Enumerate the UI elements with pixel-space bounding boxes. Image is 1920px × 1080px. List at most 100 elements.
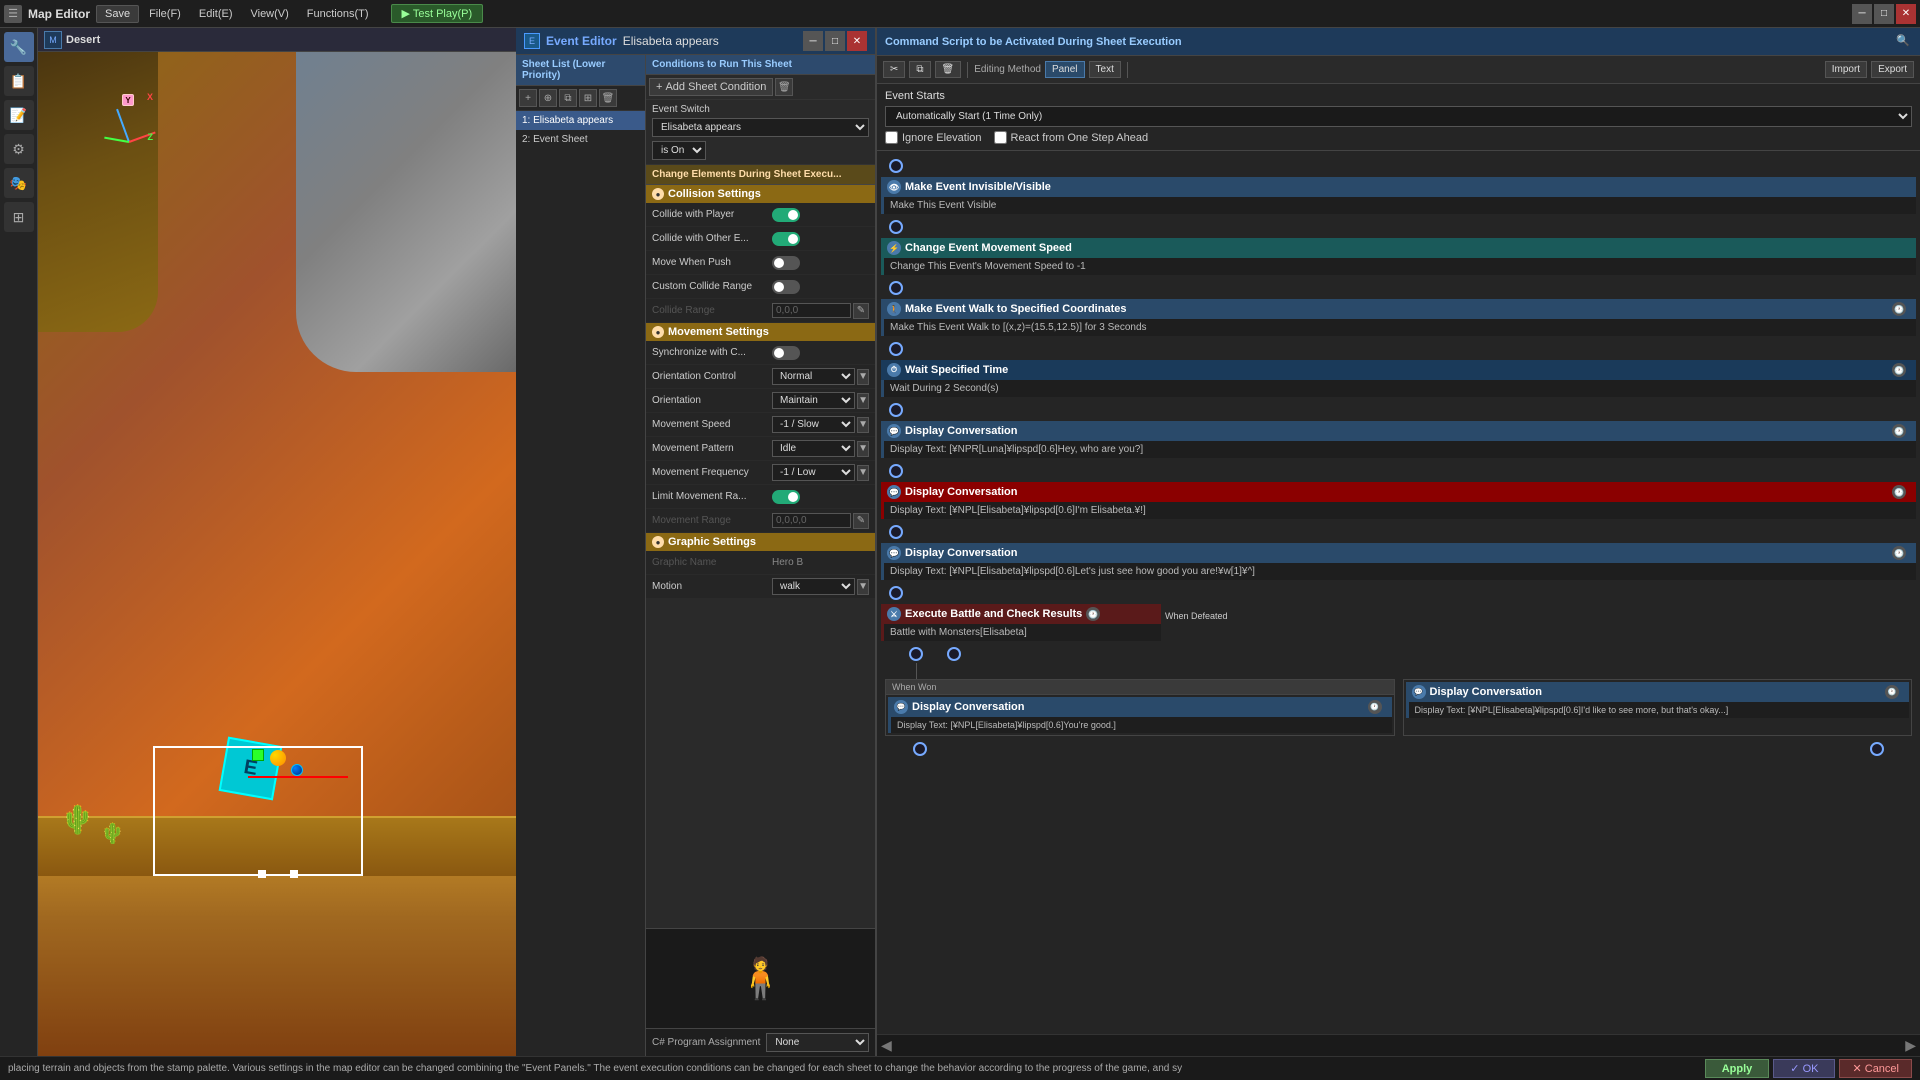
movement-speed-edit[interactable]: ▼ bbox=[857, 417, 869, 433]
conv1-block-header[interactable]: 💬 Display Conversation 🕐 bbox=[881, 421, 1916, 441]
cut-button[interactable]: ✂ bbox=[883, 61, 905, 78]
search-icon[interactable]: 🔍 bbox=[1896, 34, 1912, 50]
connector-dot-7[interactable] bbox=[889, 586, 903, 600]
sheet-item-0[interactable]: 1: Elisabeta appears bbox=[516, 111, 645, 130]
sidebar-item-extras[interactable]: ⊞ bbox=[4, 202, 34, 232]
sheet-paste-button[interactable]: ⊞ bbox=[579, 89, 597, 107]
movement-speed-select[interactable]: -1 / Slow bbox=[772, 416, 855, 433]
walk-block-header[interactable]: 🚶 Make Event Walk to Specified Coordinat… bbox=[881, 299, 1916, 319]
connector-dot-0[interactable] bbox=[889, 159, 903, 173]
event-editor-minimize[interactable]: ─ bbox=[803, 31, 823, 51]
sheet-insert-button[interactable]: ⊕ bbox=[539, 89, 557, 107]
orientation-select[interactable]: Maintain bbox=[772, 392, 855, 409]
copy-button[interactable]: ⧉ bbox=[909, 61, 930, 78]
menu-edit[interactable]: Edit(E) bbox=[191, 6, 241, 22]
menu-file[interactable]: File(F) bbox=[141, 6, 189, 22]
motion-select[interactable]: walk bbox=[772, 578, 855, 595]
movement-settings-header[interactable]: ● Movement Settings bbox=[646, 323, 875, 341]
orientation-control-select[interactable]: Normal bbox=[772, 368, 855, 385]
cactus-2: 🌵 bbox=[100, 821, 125, 846]
battle-block-header[interactable]: ⚔ Execute Battle and Check Results 🕐 bbox=[881, 604, 1161, 624]
connector-dot-2[interactable] bbox=[889, 281, 903, 295]
command-scroll-area[interactable]: 👁 Make Event Invisible/Visible Make This… bbox=[877, 151, 1920, 1034]
conv3-block-header[interactable]: 💬 Display Conversation 🕐 bbox=[881, 543, 1916, 563]
panel-button[interactable]: Panel bbox=[1045, 61, 1085, 78]
ignore-elevation-checkbox[interactable]: Ignore Elevation bbox=[885, 131, 982, 144]
map-area[interactable]: M Desert 🌵 🌵 E bbox=[38, 28, 516, 1056]
sheet-copy-button[interactable]: ⧉ bbox=[559, 89, 577, 107]
export-button[interactable]: Export bbox=[1871, 61, 1914, 78]
prog-assign-select[interactable]: None bbox=[766, 1033, 869, 1052]
connector-dot-5[interactable] bbox=[889, 464, 903, 478]
movement-range-edit[interactable]: ✎ bbox=[853, 513, 869, 529]
text-button[interactable]: Text bbox=[1089, 61, 1121, 78]
wait-block-header[interactable]: ⏱ Wait Specified Time 🕐 bbox=[881, 360, 1916, 380]
nav-left-icon[interactable]: ◀ bbox=[881, 1037, 892, 1054]
connector-dot-6[interactable] bbox=[889, 525, 903, 539]
delete-button[interactable]: 🗑 bbox=[935, 61, 962, 78]
visible-block-header[interactable]: 👁 Make Event Invisible/Visible bbox=[881, 177, 1916, 197]
is-on-select[interactable]: is On bbox=[652, 141, 706, 160]
condition-delete-button[interactable]: 🗑 bbox=[775, 78, 793, 96]
event-editor-close[interactable]: ✕ bbox=[847, 31, 867, 51]
defeated-connector-dot[interactable] bbox=[947, 647, 961, 661]
bottom-dot-2[interactable] bbox=[1870, 742, 1884, 756]
sidebar-item-common-events[interactable]: 🎭 bbox=[4, 168, 34, 198]
event-switch-select[interactable]: Elisabeta appears bbox=[652, 118, 869, 137]
react-from-ahead-checkbox[interactable]: React from One Step Ahead bbox=[994, 131, 1149, 144]
connector-dot-1[interactable] bbox=[889, 220, 903, 234]
collide-other-toggle[interactable] bbox=[772, 232, 800, 246]
move-when-push-toggle[interactable] bbox=[772, 256, 800, 270]
sheet-delete-button[interactable]: 🗑 bbox=[599, 89, 617, 107]
collide-player-toggle[interactable] bbox=[772, 208, 800, 222]
graphic-settings-header[interactable]: ● Graphic Settings bbox=[646, 533, 875, 551]
test-play-button[interactable]: ▶ Test Play(P) bbox=[391, 4, 484, 23]
sheet-item-1[interactable]: 2: Event Sheet bbox=[516, 130, 645, 149]
speed-block-header[interactable]: ⚡ Change Event Movement Speed bbox=[881, 238, 1916, 258]
connector-dot-3[interactable] bbox=[889, 342, 903, 356]
menu-view[interactable]: View(V) bbox=[242, 6, 296, 22]
sidebar-item-placed-list[interactable]: 📝 bbox=[4, 100, 34, 130]
ok-button[interactable]: ✓ OK bbox=[1773, 1059, 1835, 1078]
minimize-button[interactable]: ─ bbox=[1852, 4, 1872, 24]
save-button[interactable]: Save bbox=[96, 5, 139, 23]
movement-frequency-edit[interactable]: ▼ bbox=[857, 465, 869, 481]
close-button[interactable]: ✕ bbox=[1896, 4, 1916, 24]
custom-collide-toggle[interactable] bbox=[772, 280, 800, 294]
won-conv-header[interactable]: 💬 Display Conversation 🕐 bbox=[888, 697, 1392, 717]
motion-edit[interactable]: ▼ bbox=[857, 579, 869, 595]
movement-frequency-select[interactable]: -1 / Low bbox=[772, 464, 855, 481]
movement-range-input[interactable] bbox=[772, 513, 851, 528]
won-connector-dot[interactable] bbox=[909, 647, 923, 661]
collide-range-input[interactable] bbox=[772, 303, 851, 318]
maximize-button[interactable]: □ bbox=[1874, 4, 1894, 24]
graphic-settings-content: Graphic Name Hero B Motion walk ▼ bbox=[646, 551, 875, 599]
check-icon: ✓ bbox=[1790, 1063, 1799, 1075]
add-condition-button[interactable]: + Add Sheet Condition bbox=[649, 78, 773, 96]
sync-toggle[interactable] bbox=[772, 346, 800, 360]
conv2-block-header[interactable]: 💬 Display Conversation 🕐 bbox=[881, 482, 1916, 502]
connector-dot-4[interactable] bbox=[889, 403, 903, 417]
map-canvas[interactable]: 🌵 🌵 E bbox=[38, 52, 516, 1056]
sidebar-item-map-list[interactable]: 📋 bbox=[4, 66, 34, 96]
movement-pattern-select[interactable]: Idle bbox=[772, 440, 855, 457]
collide-range-edit[interactable]: ✎ bbox=[853, 303, 869, 319]
menu-functions[interactable]: Functions(T) bbox=[299, 6, 377, 22]
nav-right-icon[interactable]: ▶ bbox=[1905, 1037, 1916, 1054]
event-editor-maximize[interactable]: □ bbox=[825, 31, 845, 51]
sidebar-item-tools[interactable]: 🔧 bbox=[4, 32, 34, 62]
limit-movement-toggle[interactable] bbox=[772, 490, 800, 504]
apply-button[interactable]: Apply bbox=[1705, 1059, 1770, 1078]
movement-pattern-edit[interactable]: ▼ bbox=[857, 441, 869, 457]
sidebar-item-settings[interactable]: ⚙ bbox=[4, 134, 34, 164]
event-starts-select[interactable]: Automatically Start (1 Time Only) bbox=[885, 106, 1912, 127]
collision-settings-header[interactable]: ● Collision Settings bbox=[646, 185, 875, 203]
selection-box[interactable] bbox=[153, 746, 363, 876]
import-button[interactable]: Import bbox=[1825, 61, 1867, 78]
sheet-add-button[interactable]: + bbox=[519, 89, 537, 107]
defeated-conv-header[interactable]: 💬 Display Conversation 🕐 bbox=[1406, 682, 1910, 702]
orientation-control-edit[interactable]: ▼ bbox=[857, 369, 869, 385]
cancel-button[interactable]: ✕ Cancel bbox=[1839, 1059, 1912, 1078]
orientation-edit[interactable]: ▼ bbox=[857, 393, 869, 409]
bottom-dot-1[interactable] bbox=[913, 742, 927, 756]
